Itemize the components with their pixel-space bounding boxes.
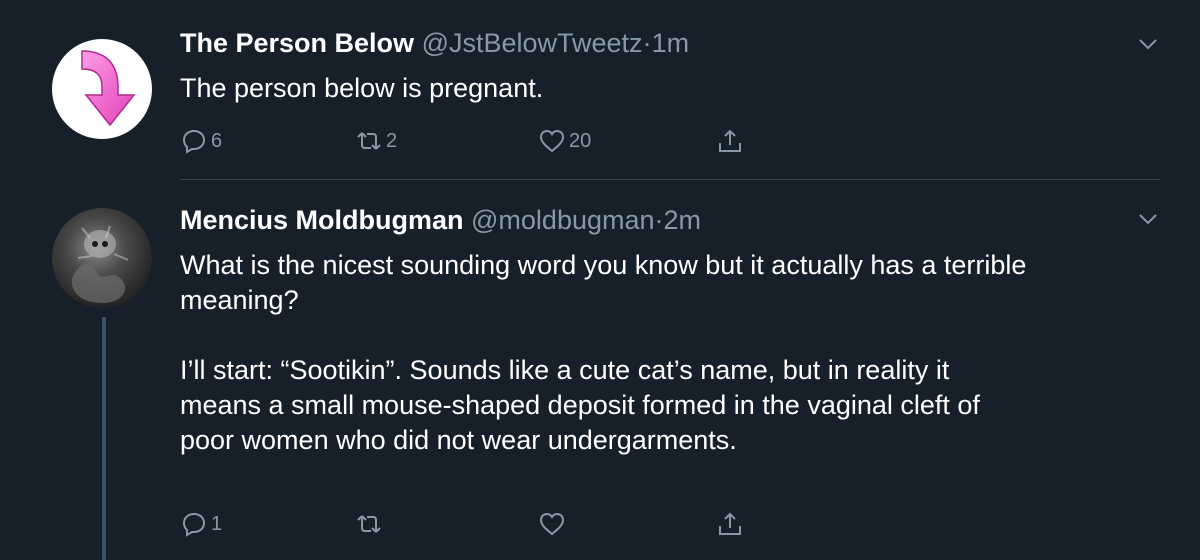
avatar[interactable] bbox=[52, 39, 152, 139]
timestamp[interactable]: 2m bbox=[664, 205, 702, 235]
tweet-text: The person below is pregnant. bbox=[180, 73, 544, 103]
heart-icon bbox=[539, 512, 565, 536]
tweet-text: What is the nicest sounding word you kno… bbox=[180, 250, 1027, 455]
reply-icon bbox=[182, 129, 206, 154]
like-button[interactable]: 20 bbox=[538, 124, 591, 158]
tweet-actions: 6 2 20 bbox=[180, 124, 780, 158]
chevron-down-icon[interactable] bbox=[1136, 207, 1160, 231]
share-button[interactable] bbox=[716, 124, 744, 158]
thread-connector-line bbox=[102, 317, 106, 560]
timeline: The Person Below @JstBelowTweetz·1m The … bbox=[0, 0, 1200, 560]
reply-count: 1 bbox=[211, 512, 223, 535]
tweet-header: Mencius Moldbugman @moldbugman·2m bbox=[180, 203, 701, 237]
tweet[interactable]: Mencius Moldbugman @moldbugman·2m What i… bbox=[0, 181, 1200, 560]
retweet-icon bbox=[357, 515, 381, 533]
like-button[interactable] bbox=[538, 507, 569, 541]
reply-count: 6 bbox=[211, 129, 223, 152]
grayscale-artwork-avatar bbox=[71, 225, 129, 303]
share-button[interactable] bbox=[716, 507, 744, 541]
reply-button[interactable]: 6 bbox=[180, 124, 222, 158]
share-icon bbox=[719, 512, 741, 535]
heart-icon bbox=[539, 129, 565, 153]
share-icon bbox=[719, 129, 741, 152]
retweet-icon bbox=[357, 132, 381, 150]
display-name[interactable]: Mencius Moldbugman bbox=[180, 205, 464, 235]
like-count: 20 bbox=[569, 129, 592, 152]
reply-icon bbox=[182, 512, 206, 537]
timestamp[interactable]: 1m bbox=[652, 28, 690, 58]
tweet-divider bbox=[180, 179, 1160, 180]
retweet-button[interactable] bbox=[355, 507, 386, 541]
avatar[interactable] bbox=[52, 208, 152, 308]
retweet-button[interactable]: 2 bbox=[355, 124, 397, 158]
tweet-header: The Person Below @JstBelowTweetz·1m bbox=[180, 26, 689, 60]
tweet-actions: 1 bbox=[180, 507, 780, 541]
pink-down-arrow-icon bbox=[81, 50, 136, 127]
reply-button[interactable]: 1 bbox=[180, 507, 222, 541]
retweet-count: 2 bbox=[386, 129, 398, 152]
user-handle[interactable]: @moldbugman bbox=[471, 205, 655, 235]
chevron-down-icon[interactable] bbox=[1136, 32, 1160, 56]
separator-dot: · bbox=[654, 205, 664, 235]
display-name[interactable]: The Person Below bbox=[180, 28, 414, 58]
tweet[interactable]: The Person Below @JstBelowTweetz·1m The … bbox=[0, 0, 1200, 180]
user-handle[interactable]: @JstBelowTweetz bbox=[422, 28, 643, 58]
separator-dot: · bbox=[642, 28, 652, 58]
